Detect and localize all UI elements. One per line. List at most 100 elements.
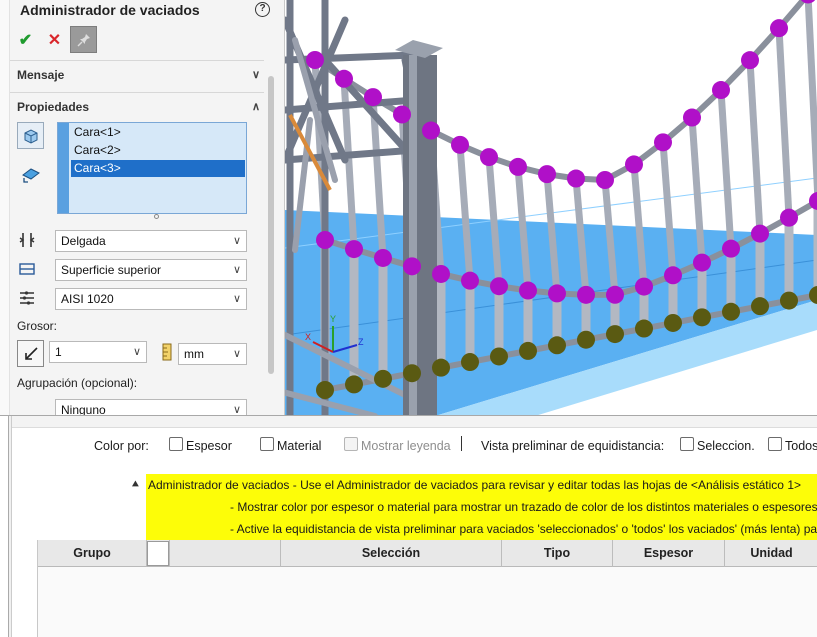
material-select[interactable]: AISI 1020 ∨ <box>55 288 247 310</box>
espesor-option-label: Espesor <box>186 439 232 453</box>
shells-table[interactable]: Grupo Selección Tipo Espesor Unidad <box>37 540 817 637</box>
unit-select[interactable]: mm ∨ <box>178 343 247 365</box>
column-header-grupo[interactable]: Grupo <box>38 540 147 567</box>
chevron-down-icon: ∨ <box>232 404 241 416</box>
info-line: - Active la equidistancia de vista preli… <box>230 522 817 536</box>
joint-node <box>519 281 537 300</box>
thickness-input[interactable]: 1 ∨ <box>49 341 147 363</box>
checkbox-todos[interactable] <box>768 437 782 451</box>
joint-node <box>635 319 653 338</box>
joint-node <box>316 231 334 249</box>
joint-node <box>374 248 392 267</box>
thickness-label: Grosor: <box>17 319 58 333</box>
joint-node <box>664 266 682 285</box>
axis-y-label: Y <box>330 314 336 324</box>
joint-node <box>403 257 421 276</box>
joint-node <box>722 302 740 321</box>
column-header-tipo[interactable]: Tipo <box>502 540 613 567</box>
property-manager-panel: Administrador de vaciados ? ✔ ✕ Mensaje … <box>0 0 285 416</box>
color-by-label: Color por: <box>94 439 149 453</box>
joint-node <box>306 51 324 69</box>
grouping-select[interactable]: Ninguno ∨ <box>55 399 247 416</box>
collapse-icon[interactable]: ⯅ <box>131 479 140 492</box>
info-message-box: Administrador de vaciados - Use el Admin… <box>146 474 817 540</box>
app-root: Administrador de vaciados ? ✔ ✕ Mensaje … <box>0 0 817 637</box>
joint-node <box>654 133 672 152</box>
list-item[interactable]: Cara<3> <box>71 160 245 177</box>
joint-node <box>751 297 769 316</box>
selected-faces-list[interactable]: Cara<1> Cara<2> Cara<3> <box>57 122 247 214</box>
ruler-icon <box>157 342 177 362</box>
column-header-espesor[interactable]: Espesor <box>613 540 725 567</box>
joint-node <box>712 81 730 100</box>
dock-top-band <box>12 416 817 428</box>
joint-node <box>683 108 701 127</box>
column-header-blank[interactable] <box>169 540 281 567</box>
joint-node <box>432 358 450 377</box>
chevron-down-icon: ∨ <box>232 348 241 360</box>
joint-node <box>538 165 556 184</box>
joint-node <box>461 353 479 372</box>
axis-x-label: X <box>305 332 311 342</box>
section-propiedades[interactable]: Propiedades ∧ <box>10 96 264 120</box>
section-propiedades-label: Propiedades <box>17 100 90 114</box>
table-header-row: Grupo Selección Tipo Espesor Unidad <box>38 540 817 567</box>
select-all-cell[interactable] <box>147 541 169 566</box>
hanger-bar <box>804 0 817 202</box>
chevron-down-icon: ∨ <box>251 69 260 81</box>
graphics-viewport[interactable]: Y X Z <box>285 0 817 416</box>
joint-node <box>432 264 450 283</box>
joint-node <box>577 285 595 304</box>
help-icon[interactable]: ? <box>255 2 270 17</box>
ok-button[interactable]: ✔ <box>12 26 39 53</box>
checkbox-seleccion[interactable] <box>680 437 694 451</box>
unit-value: mm <box>184 347 204 361</box>
axis-z-label: Z <box>358 337 364 347</box>
checkbox-espesor[interactable] <box>169 437 183 451</box>
info-line: - Mostrar color por espesor o material p… <box>230 500 817 514</box>
arrow-diagonal-icon <box>24 346 38 360</box>
joint-node <box>606 325 624 344</box>
joint-node <box>374 369 392 388</box>
hanger-bar <box>746 59 764 234</box>
joint-node <box>364 88 382 107</box>
shell-type-icon <box>17 230 37 250</box>
shell-type-select[interactable]: Delgada ∨ <box>55 230 247 252</box>
panel-scrollbar[interactable] <box>268 76 274 374</box>
list-item[interactable]: Cara<2> <box>71 142 245 159</box>
chevron-down-icon: ∨ <box>232 264 241 276</box>
chevron-down-icon: ∨ <box>232 235 241 247</box>
joint-node <box>345 240 363 259</box>
offset-select[interactable]: Superficie superior ∨ <box>55 259 247 281</box>
column-highlight <box>409 55 417 416</box>
joint-node <box>635 277 653 296</box>
joint-node <box>780 291 798 310</box>
joint-node <box>548 336 566 355</box>
column-header-seleccion[interactable]: Selección <box>281 540 502 567</box>
joint-node <box>606 285 624 304</box>
divider <box>10 60 264 61</box>
options-separator <box>461 436 462 451</box>
joint-node <box>664 313 682 332</box>
section-mensaje[interactable]: Mensaje ∨ <box>10 64 264 88</box>
checkbox-mostrar-leyenda[interactable] <box>344 437 358 451</box>
joint-node <box>451 135 469 154</box>
chevron-up-icon: ∧ <box>251 101 260 113</box>
chevron-down-icon: ∨ <box>132 346 141 358</box>
seleccion-option-label: Seleccion. <box>697 439 755 453</box>
face-selection-button[interactable] <box>17 122 44 149</box>
list-item[interactable]: Cara<1> <box>71 124 245 141</box>
flip-shell-button[interactable] <box>17 160 44 187</box>
pin-button[interactable] <box>70 26 97 53</box>
list-resize-handle[interactable] <box>154 214 159 219</box>
checkbox-material[interactable] <box>260 437 274 451</box>
joint-node <box>625 155 643 174</box>
joint-node <box>741 51 759 70</box>
divider <box>10 92 264 93</box>
panel-title: Administrador de vaciados <box>20 2 200 18</box>
cancel-button[interactable]: ✕ <box>41 26 68 53</box>
thickness-direction-button[interactable] <box>17 340 44 367</box>
column-header-unidad[interactable]: Unidad <box>725 540 817 567</box>
offset-icon <box>17 259 37 279</box>
offset-value: Superficie superior <box>61 263 162 277</box>
